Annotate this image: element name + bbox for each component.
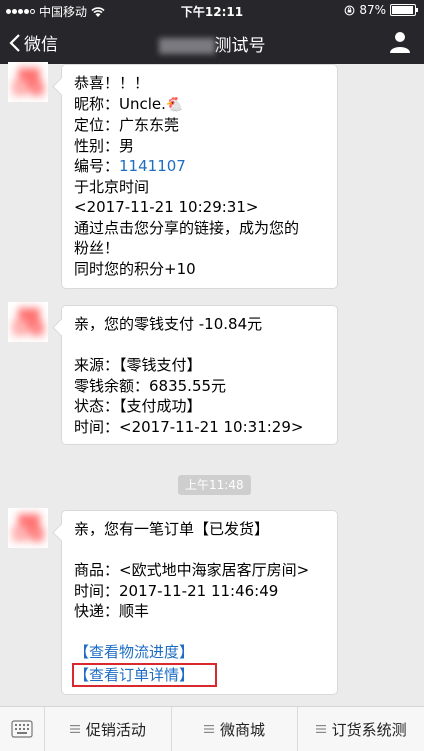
- message-line: 编号：1141107: [74, 156, 327, 177]
- message-bubble: 亲，您有一笔订单【已发货】 商品：<欧式地中海家居客厅房间> 时间：2017-1…: [61, 510, 338, 695]
- message-line: 粉丝！: [74, 239, 120, 257]
- page-title-text: 测试号: [214, 36, 266, 56]
- message-line: 于北京时间: [74, 177, 150, 196]
- message-bubble: 恭喜！！！ 昵称：Uncle.🐔 定位：广东东莞 性别：男 编号：1141107…: [61, 64, 338, 289]
- message-line: 商品：<欧式地中海家居客厅房间>: [74, 561, 310, 579]
- message-line: 同时您的积分+10: [74, 259, 196, 278]
- menu-icon: [204, 725, 214, 733]
- message-line: <2017-11-21 10:29:31>: [74, 198, 259, 216]
- id-label: 编号：: [74, 157, 120, 175]
- nav-bar: 微信 测试号: [0, 20, 424, 64]
- avatar[interactable]: [8, 302, 48, 342]
- profile-icon[interactable]: [388, 30, 412, 54]
- message-line: 零钱余额：6835.55元: [74, 376, 227, 395]
- menu-item-label: 促销活动: [85, 720, 146, 739]
- avatar[interactable]: [8, 62, 48, 102]
- menu-item-ordering-system[interactable]: 订货系统测: [298, 707, 424, 751]
- menu-item-label: 微商城: [220, 720, 266, 739]
- status-right: 87%: [344, 3, 418, 17]
- message-line: 来源：【零钱支付】: [74, 356, 202, 374]
- message-line: 恭喜！！！: [74, 74, 150, 92]
- message-line: 快递：顺丰: [74, 602, 150, 620]
- rotation-lock-icon: [344, 5, 355, 15]
- menu-icon: [315, 725, 326, 733]
- message-line: 亲，您有一笔订单【已发货】: [74, 520, 270, 538]
- id-number-link[interactable]: 1141107: [119, 157, 186, 175]
- order-detail-link[interactable]: 【查看订单详情】: [72, 662, 218, 687]
- nickname-text: 昵称：Uncle.: [74, 94, 166, 113]
- message-line: 时间：<2017-11-21 10:31:29>: [74, 417, 304, 436]
- menu-icon: [69, 725, 80, 733]
- timestamp-chip: 上午11:48: [178, 475, 251, 495]
- message-line: 定位：广东东莞: [74, 116, 180, 134]
- logistics-link[interactable]: 【查看物流进度】: [74, 642, 327, 663]
- message-line: 性别：男: [74, 136, 135, 155]
- page-title: 测试号: [0, 31, 424, 56]
- battery-icon: [390, 4, 418, 16]
- battery-percent: 87%: [359, 3, 386, 17]
- status-bar: 中国移动 下午12:11 87%: [0, 0, 424, 20]
- keyboard-icon: [11, 720, 33, 738]
- keyboard-toggle-button[interactable]: [0, 707, 45, 751]
- message-bubble: 亲，您的零钱支付 -10.84元 来源：【零钱支付】 零钱余额：6835.55元…: [61, 305, 338, 445]
- avatar[interactable]: [8, 508, 48, 548]
- message-line: 通过点击您分享的链接，成为您的: [74, 218, 300, 237]
- battery-fill: [392, 6, 413, 14]
- menu-item-promotions[interactable]: 促销活动: [45, 707, 172, 751]
- message-line: 昵称：Uncle.🐔: [74, 94, 327, 116]
- menu-item-label: 订货系统测: [331, 720, 407, 739]
- message-line: 状态：【支付成功】: [74, 397, 202, 415]
- message-line: 时间：2017-11-21 11:46:49: [74, 581, 279, 600]
- redacted-title-part: [158, 38, 215, 54]
- menu-item-micro-mall[interactable]: 微商城: [172, 707, 299, 751]
- bottom-menu-bar: 促销活动 微商城 订货系统测: [0, 706, 424, 751]
- chick-emoji-icon: 🐔: [165, 96, 184, 113]
- message-line: 亲，您的零钱支付 -10.84元: [74, 315, 263, 333]
